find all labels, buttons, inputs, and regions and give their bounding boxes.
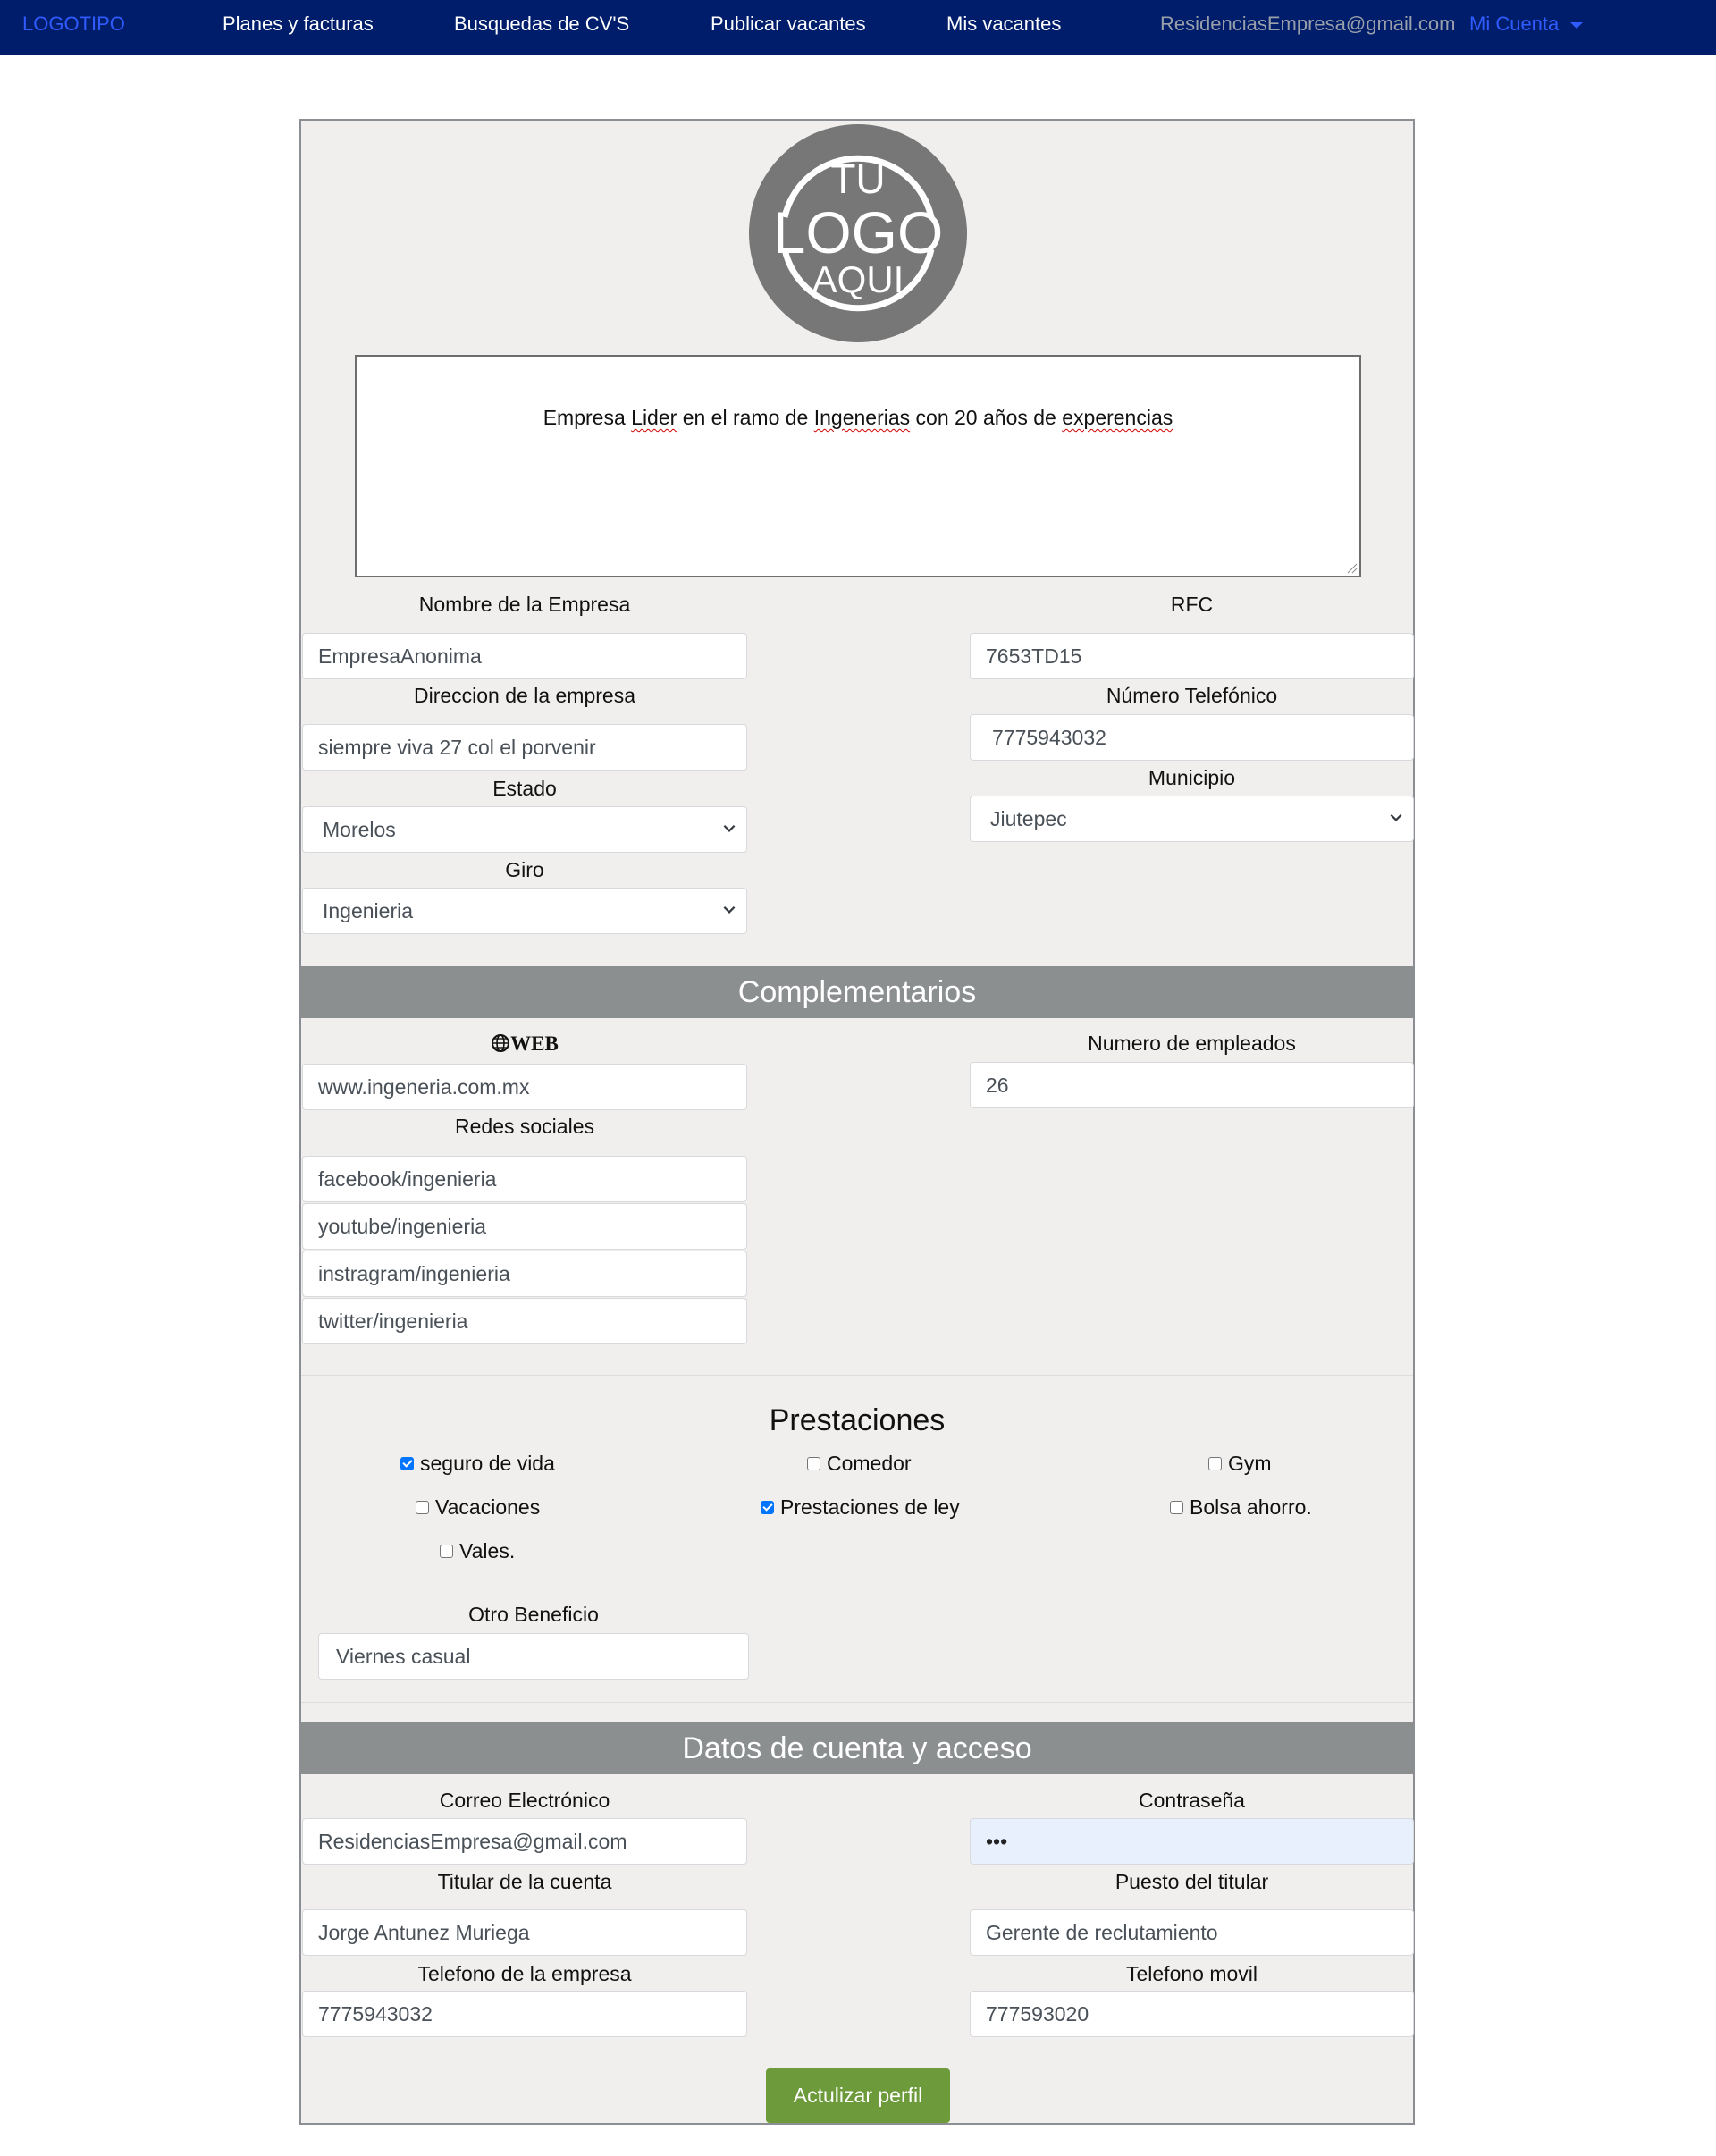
- address-label: Direccion de la empresa: [413, 684, 635, 707]
- sector-select[interactable]: Ingenieria: [302, 888, 747, 934]
- benefit-label: Prestaciones de ley: [780, 1495, 960, 1519]
- nav-link-publish[interactable]: Publicar vacantes: [711, 13, 866, 36]
- benefit-checkbox-legal-benefits[interactable]: [761, 1501, 774, 1514]
- sector-label: Giro: [505, 858, 544, 881]
- state-select-value: Morelos: [323, 818, 396, 841]
- nav-link-cv-search[interactable]: Busquedas de CV'S: [454, 13, 629, 36]
- benefit-checkbox-dining[interactable]: [807, 1457, 820, 1470]
- globe-icon: [492, 1034, 510, 1052]
- employees-label: Numero de empleados: [1088, 1032, 1296, 1055]
- mobile-input[interactable]: 777593020: [970, 1991, 1414, 2037]
- nav-user-email: ResidenciasEmpresa@gmail.com: [1160, 13, 1456, 35]
- web-label-text: WEB: [510, 1032, 559, 1055]
- municipality-select[interactable]: Jiutepec: [970, 796, 1414, 842]
- benefit-label: Vacaciones: [435, 1495, 541, 1519]
- description-word: con 20 años de: [910, 406, 1063, 429]
- description-text: Empresa Lider en el ramo de Ingenerias c…: [357, 406, 1359, 430]
- email-input[interactable]: ResidenciasEmpresa@gmail.com: [302, 1818, 747, 1865]
- benefit-label: Comedor: [827, 1452, 912, 1475]
- company-phone-label: Telefono de la empresa: [417, 1962, 632, 1985]
- resize-handle-icon[interactable]: [1347, 563, 1358, 574]
- description-word: Ingenerias: [813, 406, 911, 429]
- benefit-label: Vales.: [459, 1539, 516, 1562]
- benefit-checkbox-life-insurance[interactable]: [400, 1457, 414, 1470]
- sector-select-value: Ingenieria: [323, 899, 414, 922]
- company-name-label: Nombre de la Empresa: [418, 593, 631, 616]
- municipality-select-value: Jiutepec: [990, 807, 1067, 830]
- other-benefit-label: Otro Beneficio: [468, 1603, 599, 1626]
- social-input-twitter[interactable]: twitter/ingenieria: [302, 1298, 747, 1344]
- chevron-down-icon: [723, 905, 736, 914]
- web-input[interactable]: www.ingeneria.com.mx: [302, 1064, 747, 1110]
- prestaciones-title: Prestaciones: [769, 1403, 946, 1437]
- holder-input[interactable]: Jorge Antunez Muriega: [302, 1909, 747, 1956]
- benefit-label: Bolsa ahorro.: [1190, 1495, 1312, 1519]
- position-input[interactable]: Gerente de reclutamiento: [970, 1909, 1414, 1956]
- logo-text-line1: TU: [830, 156, 886, 202]
- benefit-checkbox-vacations[interactable]: [416, 1501, 429, 1514]
- section-header-complementarios: Complementarios: [301, 966, 1413, 1018]
- benefit-checkbox-vouchers[interactable]: [440, 1545, 453, 1558]
- social-input-facebook[interactable]: facebook/ingenieria: [302, 1156, 747, 1202]
- position-label: Puesto del titular: [1115, 1870, 1269, 1893]
- logo-text-line3: AQUI: [812, 258, 904, 300]
- phone-label: Número Telefónico: [1106, 684, 1278, 707]
- brand-logo-link[interactable]: LOGOTIPO: [22, 13, 125, 36]
- section-divider: [301, 1375, 1413, 1376]
- description-word: Lider: [631, 406, 677, 429]
- social-label: Redes sociales: [455, 1115, 594, 1138]
- nav-link-plans[interactable]: Planes y facturas: [223, 13, 374, 36]
- update-profile-button[interactable]: Actulizar perfil: [766, 2068, 950, 2123]
- company-phone-input[interactable]: 7775943032: [302, 1991, 747, 2037]
- address-input[interactable]: siempre viva 27 col el porvenir: [302, 724, 747, 771]
- top-navbar: LOGOTIPO Planes y facturas Busquedas de …: [0, 0, 1716, 55]
- phone-input[interactable]: 7775943032: [970, 714, 1414, 761]
- municipality-label: Municipio: [1148, 766, 1236, 789]
- chevron-down-icon: [1390, 813, 1402, 821]
- email-label: Correo Electrónico: [439, 1789, 610, 1812]
- state-label: Estado: [492, 777, 557, 800]
- rfc-label: RFC: [1170, 593, 1214, 616]
- other-benefit-input[interactable]: Viernes casual: [318, 1633, 749, 1680]
- account-menu-toggle[interactable]: Mi Cuenta: [1469, 13, 1559, 36]
- social-input-instagram[interactable]: instragram/ingenieria: [302, 1251, 747, 1297]
- description-word: en el ramo de: [677, 406, 814, 429]
- company-description-textarea[interactable]: Empresa Lider en el ramo de Ingenerias c…: [355, 355, 1361, 577]
- benefit-label: Gym: [1228, 1452, 1272, 1475]
- state-select[interactable]: Morelos: [302, 806, 747, 853]
- social-input-youtube[interactable]: youtube/ingenieria: [302, 1203, 747, 1250]
- benefit-checkbox-gym[interactable]: [1208, 1457, 1222, 1470]
- password-input[interactable]: •••: [970, 1818, 1414, 1865]
- benefit-checkbox-savings[interactable]: [1170, 1501, 1183, 1514]
- description-word: experencias: [1062, 406, 1173, 429]
- mobile-label: Telefono movil: [1125, 1962, 1258, 1985]
- employees-input[interactable]: 26: [970, 1062, 1414, 1108]
- chevron-down-icon[interactable]: [1570, 22, 1583, 29]
- description-word: Empresa: [543, 406, 632, 429]
- web-label: WEB: [302, 1032, 747, 1056]
- rfc-input[interactable]: 7653TD15: [970, 633, 1414, 679]
- logo-text-line2: LOGO: [772, 199, 944, 265]
- section-divider: [301, 1702, 1413, 1703]
- benefit-label: seguro de vida: [420, 1452, 555, 1475]
- holder-label: Titular de la cuenta: [437, 1870, 612, 1893]
- section-header-account: Datos de cuenta y acceso: [301, 1722, 1413, 1774]
- password-label: Contraseña: [1139, 1789, 1245, 1812]
- chevron-down-icon: [723, 824, 736, 832]
- company-logo[interactable]: TU LOGO AQUI: [749, 124, 967, 342]
- nav-link-my-vacancies[interactable]: Mis vacantes: [946, 13, 1061, 36]
- company-name-input[interactable]: EmpresaAnonima: [302, 633, 747, 679]
